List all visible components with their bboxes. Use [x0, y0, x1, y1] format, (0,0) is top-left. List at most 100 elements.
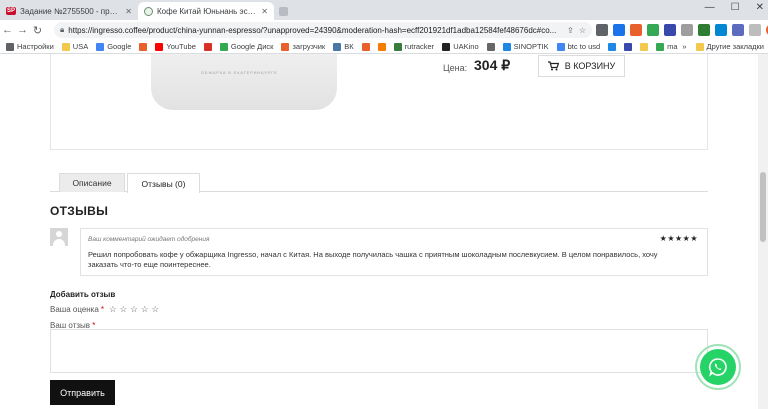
- review-textarea[interactable]: [50, 329, 708, 373]
- bookmark-item[interactable]: [486, 42, 495, 51]
- review-rating-stars: ★★★★★: [659, 234, 698, 243]
- rating-star-3[interactable]: ☆: [130, 304, 138, 315]
- close-icon[interactable]: ✕: [125, 7, 132, 16]
- tab-title: Кофе Китай Юньнань эспрессо —: [157, 6, 257, 16]
- puzzle-icon[interactable]: [749, 24, 761, 36]
- bookmark-item[interactable]: UAKino: [442, 42, 479, 51]
- extension-icon[interactable]: [732, 24, 744, 36]
- extension-icon[interactable]: [664, 24, 676, 36]
- share-icon[interactable]: ⇪: [567, 26, 574, 35]
- overflow-icon[interactable]: »: [682, 42, 686, 51]
- bookmark-label: SINOPTIK: [513, 42, 549, 51]
- bookmark-favicon-icon: [61, 42, 70, 51]
- bookmark-item[interactable]: [139, 42, 148, 51]
- bookmark-item[interactable]: [624, 42, 633, 51]
- bookmark-favicon-icon: [203, 42, 212, 51]
- price-label: Цена:: [443, 63, 468, 73]
- bookmark-item[interactable]: rutracker: [393, 42, 434, 51]
- bookmark-label: загрузчик: [292, 42, 326, 51]
- browser-tab[interactable]: SP Задание №2755500 - просмотр з ✕: [0, 2, 138, 20]
- bookmark-favicon-icon: [393, 42, 402, 51]
- maximize-icon[interactable]: ☐: [731, 2, 740, 13]
- tab-description[interactable]: Описание: [59, 173, 125, 192]
- rating-label: Ваша оценка: [50, 305, 99, 314]
- bookmark-item[interactable]: [608, 42, 617, 51]
- bookmark-item[interactable]: [361, 42, 370, 51]
- bookmark-favicon-icon: [6, 42, 14, 51]
- navigation-bar: ← → ↻ 🔒︎ https://ingresso.coffee/product…: [0, 20, 768, 40]
- rating-star-4[interactable]: ☆: [141, 304, 149, 315]
- bookmark-favicon-icon: [640, 42, 649, 51]
- bookmark-favicon-icon: [556, 42, 565, 51]
- bookmark-item[interactable]: Настройки: [6, 42, 54, 51]
- browser-tab-active[interactable]: Кофе Китай Юньнань эспрессо — ✕: [138, 2, 274, 20]
- product-tabs: Описание Отзывы (0): [50, 173, 708, 193]
- extension-icon[interactable]: [647, 24, 659, 36]
- bookmark-favicon-icon: [139, 42, 148, 51]
- page-scrollbar[interactable]: [758, 54, 768, 409]
- bookmark-label: btc to usd: [567, 42, 601, 51]
- bookmark-item[interactable]: загрузчик: [281, 42, 325, 51]
- extension-icon[interactable]: [681, 24, 693, 36]
- tab-reviews[interactable]: Отзывы (0): [127, 173, 200, 193]
- bookmark-item[interactable]: USA: [61, 42, 89, 51]
- bookmark-label: USA: [72, 42, 89, 51]
- browser-tab[interactable]: [274, 2, 292, 20]
- bookmark-item[interactable]: ВК: [333, 42, 354, 51]
- whatsapp-button[interactable]: [700, 349, 736, 385]
- bookmark-item[interactable]: [377, 42, 386, 51]
- lock-icon[interactable]: 🔒︎: [60, 25, 64, 35]
- minimize-icon[interactable]: —: [705, 2, 715, 13]
- add-to-cart-button[interactable]: В КОРЗИНУ: [538, 55, 625, 77]
- other-bookmarks[interactable]: » Другие закладки: [678, 42, 764, 51]
- address-bar[interactable]: 🔒︎ https://ingresso.coffee/product/china…: [54, 22, 592, 38]
- page-content: Обжарка в Екатеринбурге Цена: 304 ₽ В КО…: [0, 54, 758, 409]
- bookmark-item[interactable]: SINOPTIK: [502, 42, 549, 51]
- extension-icon[interactable]: [613, 24, 625, 36]
- bookmark-label: ВК: [344, 42, 354, 51]
- window-controls: — ☐ ✕: [705, 2, 764, 13]
- url-text[interactable]: https://ingresso.coffee/product/china-yu…: [68, 26, 563, 35]
- whatsapp-icon: [708, 358, 727, 377]
- product-summary: Обжарка в Екатеринбурге Цена: 304 ₽ В КО…: [50, 54, 708, 150]
- bookmarks-bar: Настройки USA Google YouTube Google Диск загр…: [0, 40, 768, 54]
- bookmark-label: UAKino: [453, 42, 479, 51]
- rating-star-1[interactable]: ☆: [109, 304, 117, 315]
- browser-tab-strip: SP Задание №2755500 - просмотр з ✕ Кофе …: [0, 0, 768, 20]
- other-bookmarks-label: Другие закладки: [706, 42, 764, 51]
- tab-title: Задание №2755500 - просмотр з: [20, 6, 121, 16]
- back-icon[interactable]: ←: [0, 24, 15, 36]
- reviewer-avatar: [50, 228, 68, 246]
- sp-icon: SP: [6, 7, 17, 15]
- product-image-label: Обжарка в Екатеринбурге: [201, 70, 278, 75]
- bookmark-favicon-icon: [281, 42, 290, 51]
- cart-icon: [547, 61, 559, 71]
- bookmark-item[interactable]: btc to usd: [556, 42, 601, 51]
- extension-icon[interactable]: [698, 24, 710, 36]
- submit-review-button[interactable]: Отправить: [50, 380, 115, 405]
- rating-star-5[interactable]: ☆: [151, 304, 159, 315]
- bookmark-item[interactable]: Google: [96, 42, 131, 51]
- bookmark-item[interactable]: Google Диск: [219, 42, 273, 51]
- moderation-notice: Ваш комментарий ожидает одобрения: [88, 236, 210, 243]
- add-to-cart-label: В КОРЗИНУ: [564, 61, 616, 71]
- bookmark-item[interactable]: YouTube: [155, 42, 196, 51]
- scrollbar-thumb[interactable]: [760, 172, 766, 242]
- page-icon: [278, 6, 288, 16]
- bookmark-label: Google: [107, 42, 132, 51]
- reload-icon[interactable]: ↻: [30, 24, 45, 37]
- bookmark-item[interactable]: [640, 42, 649, 51]
- close-icon[interactable]: ✕: [261, 7, 268, 16]
- bookmark-item[interactable]: [203, 42, 212, 51]
- extension-icon[interactable]: [715, 24, 727, 36]
- add-review-heading: Добавить отзыв: [50, 290, 116, 299]
- bookmark-favicon-icon: [333, 42, 342, 51]
- close-window-icon[interactable]: ✕: [756, 2, 764, 13]
- bookmark-star-icon[interactable]: ☆: [579, 26, 586, 35]
- bookmark-label: YouTube: [166, 42, 196, 51]
- reviews-heading: ОТЗЫВЫ: [50, 204, 109, 218]
- extension-icon[interactable]: [596, 24, 608, 36]
- forward-icon[interactable]: →: [15, 24, 30, 36]
- rating-star-2[interactable]: ☆: [120, 304, 128, 315]
- extension-icon[interactable]: [630, 24, 642, 36]
